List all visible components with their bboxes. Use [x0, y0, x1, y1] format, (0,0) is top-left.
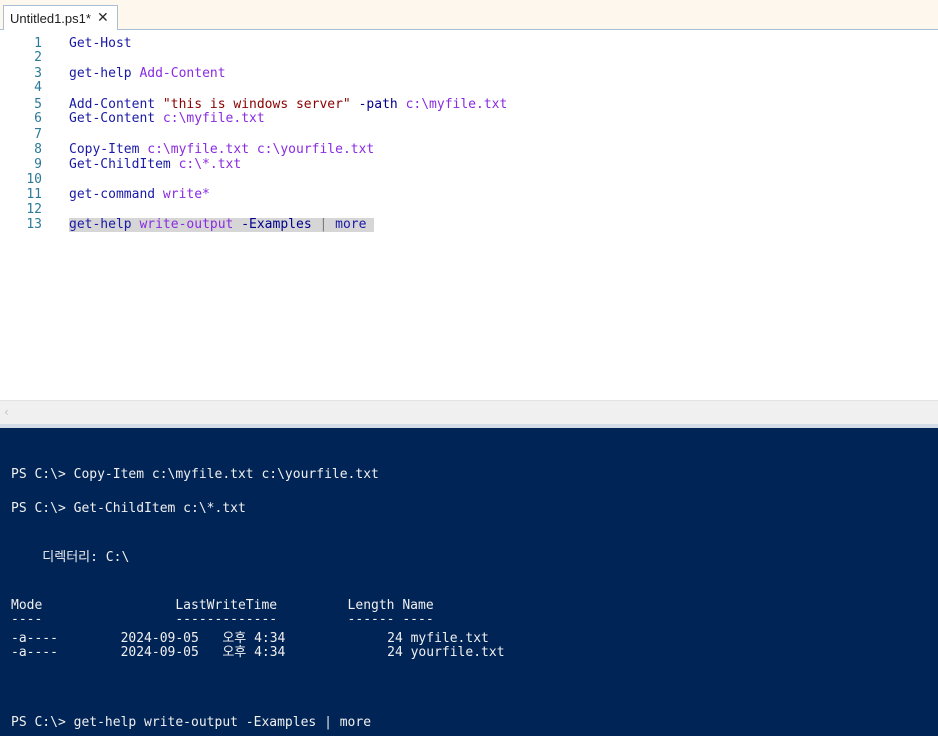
code-text[interactable]: get-command write*: [69, 188, 210, 202]
line-number: 1: [34, 36, 42, 51]
close-icon[interactable]: ✕: [97, 10, 109, 26]
console-line: PS C:\> Get-ChildItem c:\*.txt: [11, 501, 246, 516]
line-number: 5: [34, 97, 42, 112]
code-text[interactable]: Get-Content c:\myfile.txt: [69, 112, 265, 126]
console-line: 디렉터리: C:\: [11, 550, 130, 565]
code-text[interactable]: Copy-Item c:\myfile.txt c:\yourfile.txt: [69, 143, 374, 157]
code-token: Add-Content: [69, 97, 156, 112]
line-number: 6: [34, 111, 42, 126]
line-number: 7: [34, 127, 42, 142]
code-token: Add-Content: [139, 66, 226, 81]
chevron-left-icon[interactable]: ‹: [4, 405, 9, 419]
code-token: get-help: [69, 217, 132, 232]
console-line: Mode LastWriteTime Length Name: [11, 598, 434, 613]
console-line: ---- ------------- ------ ----: [11, 612, 434, 627]
selected-code[interactable]: get-help write-output -Examples | more: [69, 217, 375, 232]
code-text[interactable]: get-help Add-Content: [69, 67, 226, 81]
line-number: 10: [26, 172, 42, 187]
tab-title[interactable]: Untitled1.ps1*: [10, 11, 91, 26]
line-number: 9: [34, 157, 42, 172]
code-text[interactable]: Get-ChildItem c:\*.txt: [69, 158, 241, 172]
code-token: c:\yourfile.txt: [256, 142, 375, 157]
console-line: -a---- 2024-09-05 오후 4:34 24 yourfile.tx…: [11, 645, 505, 660]
code-token: write-output: [139, 217, 234, 232]
horizontal-scrollbar[interactable]: ‹: [0, 400, 938, 424]
code-token: |: [311, 217, 336, 232]
code-token: c:\*.txt: [178, 157, 242, 172]
code-token: -path: [358, 97, 398, 112]
code-token: more: [335, 217, 367, 232]
code-token: get-help: [69, 66, 132, 81]
line-number: 13: [26, 217, 42, 232]
code-text[interactable]: Add-Content "this is windows server" -pa…: [69, 98, 507, 112]
code-token: get-command: [69, 187, 156, 202]
tab-bar: Untitled1.ps1* ✕: [0, 0, 938, 30]
code-token: c:\myfile.txt: [162, 111, 265, 126]
code-token: Get-Content: [69, 111, 156, 126]
script-editor[interactable]: 1 Get-Host 2 3 get-help Add-Content 4 5 Add-Con…: [0, 30, 938, 400]
tab-untitled1[interactable]: Untitled1.ps1* ✕: [3, 5, 118, 30]
code-token: Get-Host: [69, 36, 132, 51]
console-line: PS C:\> get-help write-output -Examples …: [11, 715, 372, 730]
line-number: 4: [34, 80, 42, 95]
code-token: write*: [162, 187, 210, 202]
line-number: 11: [26, 187, 42, 202]
code-token: c:\myfile.txt: [147, 142, 250, 157]
line-number: 8: [34, 142, 42, 157]
console-line: PS C:\> Copy-Item c:\myfile.txt c:\yourf…: [11, 467, 379, 482]
code-token: Get-ChildItem: [69, 157, 171, 172]
console-line: -a---- 2024-09-05 오후 4:34 24 myfile.txt: [11, 631, 489, 646]
code-text[interactable]: Get-Host: [69, 37, 132, 51]
code-token: c:\myfile.txt: [405, 97, 508, 112]
code-token: -Examples: [241, 217, 312, 232]
line-number: 12: [26, 202, 42, 217]
console-pane[interactable]: PS C:\> Copy-Item c:\myfile.txt c:\yourf…: [0, 428, 938, 736]
line-number: 3: [34, 66, 42, 81]
code-token: "this is windows server": [162, 97, 351, 112]
code-token: Copy-Item: [69, 142, 140, 157]
line-number: 2: [34, 50, 42, 65]
